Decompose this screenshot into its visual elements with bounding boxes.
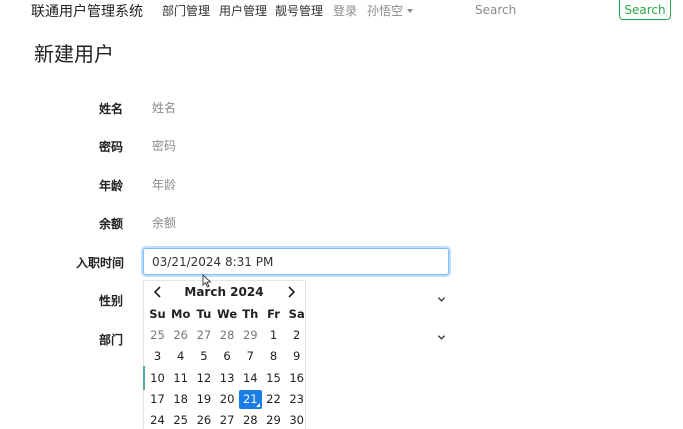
name-input[interactable] xyxy=(143,94,449,122)
search-input[interactable] xyxy=(463,0,608,20)
datepicker-day[interactable]: 10 xyxy=(146,369,169,388)
nav-link-login[interactable]: 登录 xyxy=(333,2,357,19)
weekday-header: Sa xyxy=(288,307,305,321)
datepicker-day[interactable]: 23 xyxy=(285,390,308,409)
weekday-header: We xyxy=(217,307,238,321)
name-label: 姓名 xyxy=(99,102,124,116)
nav-link-users[interactable]: 用户管理 xyxy=(219,2,267,19)
datepicker-month-title[interactable]: March 2024 xyxy=(164,285,284,299)
datepicker-day[interactable]: 1 xyxy=(262,326,285,345)
age-label: 年龄 xyxy=(99,179,124,193)
datepicker-day[interactable]: 5 xyxy=(192,347,215,366)
datepicker-accent-bar xyxy=(143,366,145,390)
navbar: 联通用户管理系统 部门管理 用户管理 靓号管理 登录 孙悟空 Search xyxy=(0,0,683,20)
datepicker-day[interactable]: 30 xyxy=(285,411,308,429)
datepicker-day[interactable]: 11 xyxy=(169,369,192,388)
datepicker-day[interactable]: 19 xyxy=(192,390,215,409)
user-dropdown[interactable]: 孙悟空 xyxy=(367,2,414,19)
datepicker-day[interactable]: 29 xyxy=(239,326,262,345)
datepicker-day[interactable]: 12 xyxy=(192,369,215,388)
datepicker-day[interactable]: 2 xyxy=(285,326,308,345)
datepicker-day[interactable]: 6 xyxy=(216,347,239,366)
datepicker-day[interactable]: 13 xyxy=(216,369,239,388)
datepicker-day[interactable]: 3 xyxy=(146,347,169,366)
datepicker-day[interactable]: 20 xyxy=(216,390,239,409)
datepicker-day[interactable]: 9 xyxy=(285,347,308,366)
mouse-cursor-icon xyxy=(202,274,212,288)
datepicker-day[interactable]: 29 xyxy=(262,411,285,429)
gender-label: 性别 xyxy=(99,294,124,308)
hire-time-input[interactable] xyxy=(143,248,449,275)
hire-time-label: 入职时间 xyxy=(76,256,125,270)
datepicker: March 2024 Su Mo Tu We Th Fr Sa 25 26 27 28 29 1 2 3 4 5… xyxy=(143,280,306,429)
nav-link-departments[interactable]: 部门管理 xyxy=(162,2,210,19)
department-label: 部门 xyxy=(99,333,124,347)
brand-link[interactable]: 联通用户管理系统 xyxy=(31,1,143,21)
gender-select-chevron-icon[interactable] xyxy=(437,295,446,304)
weekday-header: Su xyxy=(149,307,166,321)
user-name: 孙悟空 xyxy=(367,4,404,18)
nav-link-pretty-numbers[interactable]: 靓号管理 xyxy=(275,2,323,19)
datepicker-day[interactable]: 16 xyxy=(285,369,308,388)
search-button[interactable]: Search xyxy=(619,0,671,20)
weekday-header: Th xyxy=(242,307,259,321)
datepicker-day[interactable]: 8 xyxy=(262,347,285,366)
weekday-header: Mo xyxy=(171,307,191,321)
datepicker-day[interactable]: 18 xyxy=(169,390,192,409)
datepicker-day[interactable]: 24 xyxy=(146,411,169,429)
datepicker-day[interactable]: 15 xyxy=(262,369,285,388)
password-label: 密码 xyxy=(99,140,124,154)
page-title: 新建用户 xyxy=(34,42,114,66)
weekday-header: Tu xyxy=(196,307,212,321)
department-select-chevron-icon[interactable] xyxy=(437,333,446,342)
datepicker-day[interactable]: 26 xyxy=(169,326,192,345)
datepicker-day[interactable]: 14 xyxy=(239,369,262,388)
datepicker-day[interactable]: 28 xyxy=(216,326,239,345)
datepicker-day[interactable]: 28 xyxy=(239,411,262,429)
age-input[interactable] xyxy=(143,171,449,199)
balance-input[interactable] xyxy=(143,209,449,237)
datepicker-day[interactable]: 17 xyxy=(146,390,169,409)
datepicker-day[interactable]: 25 xyxy=(169,411,192,429)
datepicker-day[interactable]: 25 xyxy=(146,326,169,345)
balance-label: 余额 xyxy=(99,217,124,231)
datepicker-day[interactable]: 27 xyxy=(216,411,239,429)
password-input[interactable] xyxy=(143,132,449,160)
datepicker-day[interactable]: 22 xyxy=(262,390,285,409)
datepicker-day[interactable]: 7 xyxy=(239,347,262,366)
datepicker-day-selected[interactable]: 21 xyxy=(238,389,262,409)
caret-down-icon xyxy=(407,9,414,13)
datepicker-day[interactable]: 27 xyxy=(192,326,215,345)
next-month-icon[interactable] xyxy=(283,284,299,300)
datepicker-day[interactable]: 26 xyxy=(192,411,215,429)
datepicker-day[interactable]: 4 xyxy=(169,347,192,366)
weekday-header: Fr xyxy=(267,307,280,321)
